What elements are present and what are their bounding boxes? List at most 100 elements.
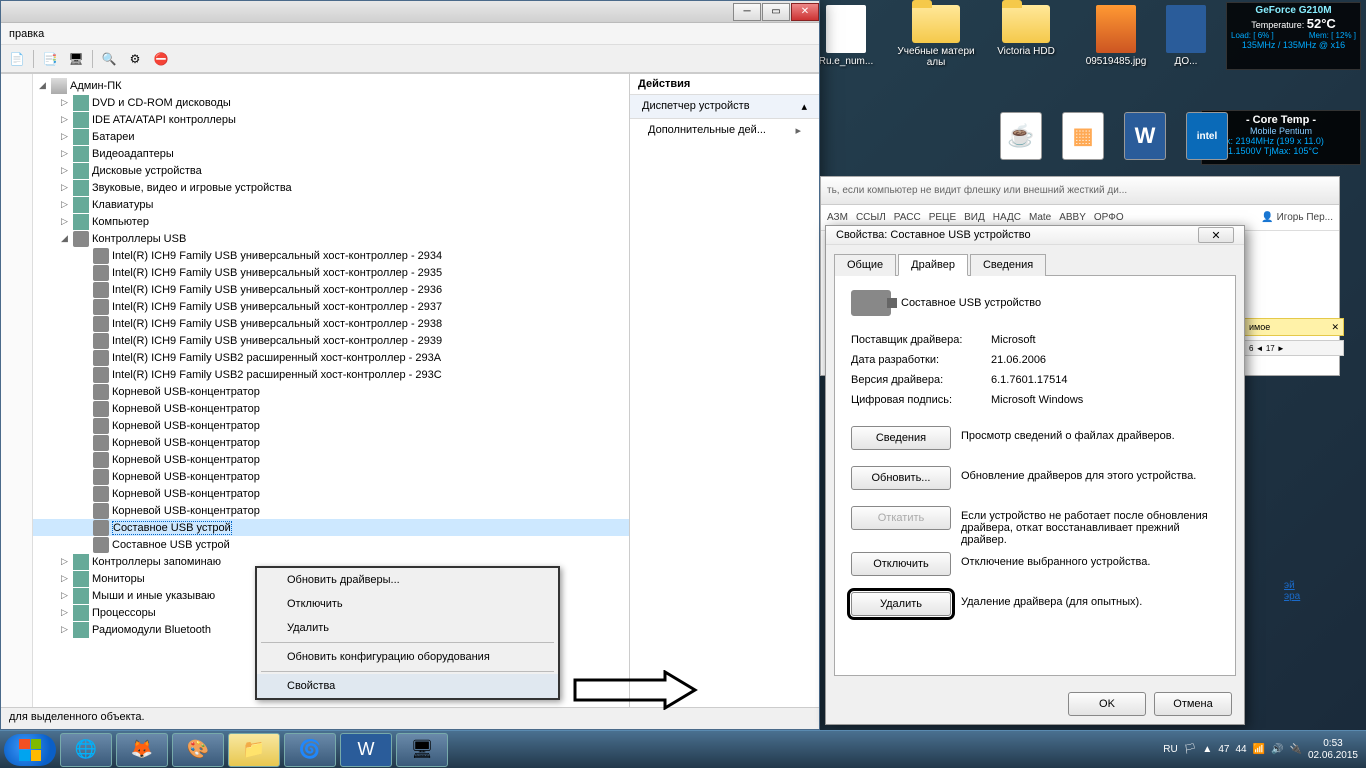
intel-icon[interactable]: intel [1186, 112, 1228, 160]
tree-item[interactable]: ◢Админ-ПК [33, 77, 629, 94]
ribbon-tab[interactable]: ОРФО [1094, 212, 1124, 223]
taskbar: 🌐 🦊 🎨 📁 🌀 W 🖥 RU 🏳 ▲ 47 44 📶 🔊 🔌 0:5302.… [0, 730, 1366, 768]
tab[interactable]: Драйвер [898, 254, 968, 276]
tree-item[interactable]: Составное USB устрой [33, 519, 629, 536]
tree-item[interactable]: Intel(R) ICH9 Family USB универсальный х… [33, 298, 629, 315]
desktop-icon[interactable]: Victoria HDD [986, 5, 1066, 68]
ribbon-tab[interactable]: ABBY [1059, 212, 1086, 223]
tray-network-icon[interactable]: 📶 [1253, 744, 1265, 755]
tree-item[interactable]: Корневой USB-концентратор [33, 400, 629, 417]
tree-item[interactable]: Корневой USB-концентратор [33, 451, 629, 468]
tree-item[interactable]: Составное USB устрой [33, 536, 629, 553]
toolbar-btn[interactable]: 📑 [40, 49, 60, 69]
file-icon [826, 5, 866, 53]
ribbon-tab[interactable]: ССЫЛ [856, 212, 886, 223]
menu-bar[interactable]: правка [1, 23, 819, 45]
ribbon-tab[interactable]: НАДС [993, 212, 1021, 223]
context-menu-item[interactable]: Удалить [257, 616, 558, 640]
tree-item[interactable]: Корневой USB-концентратор [33, 383, 629, 400]
tree-item[interactable]: Корневой USB-концентратор [33, 502, 629, 519]
taskbar-item[interactable]: 🌀 [284, 733, 336, 767]
ribbon-tab[interactable]: РАСС [894, 212, 921, 223]
tray-volume-icon[interactable]: 🔊 [1271, 744, 1283, 755]
driver-action-button[interactable]: Откатить [851, 506, 951, 530]
start-button[interactable] [4, 734, 56, 766]
tree-item[interactable]: Корневой USB-концентратор [33, 485, 629, 502]
app-icon[interactable]: ▦ [1062, 112, 1104, 160]
tab[interactable]: Сведения [970, 254, 1046, 276]
cancel-button[interactable]: Отмена [1154, 692, 1232, 716]
ok-button[interactable]: OK [1068, 692, 1146, 716]
tree-item[interactable]: ▷Видеоадаптеры [33, 145, 629, 162]
tree-item[interactable]: Корневой USB-концентратор [33, 468, 629, 485]
file-icon [1166, 5, 1206, 53]
system-tray[interactable]: RU 🏳 ▲ 47 44 📶 🔊 🔌 0:5302.06.2015 [1163, 738, 1366, 762]
toolbar-btn[interactable]: 📄 [7, 49, 27, 69]
title-bar[interactable]: ─ ▭ ✕ [1, 1, 819, 23]
driver-action-button[interactable]: Сведения [851, 426, 951, 450]
info-value: Microsoft [991, 334, 1219, 346]
desktop-icon[interactable]: 09519485.jpg [1076, 5, 1156, 68]
ribbon-tab[interactable]: Mate [1029, 212, 1051, 223]
tree-item[interactable]: ▷Дисковые устройства [33, 162, 629, 179]
close-button[interactable]: ✕ [791, 3, 819, 21]
taskbar-item[interactable]: 🌐 [60, 733, 112, 767]
toolbar-btn[interactable]: ⚙ [125, 49, 145, 69]
word-icon[interactable]: W [1124, 112, 1166, 160]
tree-item[interactable]: Intel(R) ICH9 Family USB универсальный х… [33, 315, 629, 332]
toolbar-btn[interactable]: 🖥 [66, 49, 86, 69]
tree-item[interactable]: Корневой USB-концентратор [33, 417, 629, 434]
java-icon[interactable]: ☕ [1000, 112, 1042, 160]
dialog-title-bar[interactable]: Свойства: Составное USB устройство ✕ [826, 226, 1244, 245]
tree-item[interactable]: Intel(R) ICH9 Family USB2 расширенный хо… [33, 349, 629, 366]
taskbar-item[interactable]: 🖥 [396, 733, 448, 767]
tree-item[interactable]: ▷Клавиатуры [33, 196, 629, 213]
word-link[interactable]: эйэра [1284, 580, 1300, 602]
tree-item[interactable]: ▷Батареи [33, 128, 629, 145]
tree-item[interactable]: Intel(R) ICH9 Family USB2 расширенный хо… [33, 366, 629, 383]
taskbar-item[interactable]: W [340, 733, 392, 767]
tree-item[interactable]: Intel(R) ICH9 Family USB универсальный х… [33, 281, 629, 298]
tree-item[interactable]: Intel(R) ICH9 Family USB универсальный х… [33, 247, 629, 264]
ribbon-tab[interactable]: АЗМ [827, 212, 848, 223]
maximize-button[interactable]: ▭ [762, 3, 790, 21]
driver-action-button[interactable]: Обновить... [851, 466, 951, 490]
button-description: Обновление драйверов для этого устройств… [961, 466, 1219, 482]
tray-lang[interactable]: RU [1163, 744, 1177, 755]
context-menu-item[interactable]: Обновить драйверы... [257, 568, 558, 592]
driver-action-button[interactable]: Удалить [851, 592, 951, 616]
tab[interactable]: Общие [834, 254, 896, 276]
tree-item[interactable]: ▷Компьютер [33, 213, 629, 230]
ribbon-tab[interactable]: РЕЦЕ [929, 212, 956, 223]
tree-item[interactable]: ▷IDE ATA/ATAPI контроллеры [33, 111, 629, 128]
context-menu-item[interactable]: Обновить конфигурацию оборудования [257, 645, 558, 669]
tree-item[interactable]: ▷DVD и CD-ROM дисководы [33, 94, 629, 111]
desktop-icon[interactable]: ДО... [1166, 5, 1206, 68]
tree-item[interactable]: Intel(R) ICH9 Family USB универсальный х… [33, 332, 629, 349]
desktop-icon[interactable]: Учебные материалы [896, 5, 976, 68]
context-menu-item[interactable]: Свойства [257, 674, 558, 698]
taskbar-item[interactable]: 🦊 [116, 733, 168, 767]
driver-action-button[interactable]: Отключить [851, 552, 951, 576]
ribbon-tab[interactable]: ВИД [964, 212, 985, 223]
user-label[interactable]: 👤 Игорь Пер... [1261, 212, 1333, 223]
tree-item[interactable]: Intel(R) ICH9 Family USB универсальный х… [33, 264, 629, 281]
word-ruler: 6 ◄ 17 ► [1244, 340, 1344, 356]
context-menu-item[interactable]: Отключить [257, 592, 558, 616]
tray-flag-icon[interactable]: 🏳 [1184, 744, 1197, 755]
actions-main[interactable]: Диспетчер устройств▴ [630, 95, 819, 119]
tree-item[interactable]: Корневой USB-концентратор [33, 434, 629, 451]
taskbar-item[interactable]: 📁 [228, 733, 280, 767]
tree-item[interactable]: ▷Звуковые, видео и игровые устройства [33, 179, 629, 196]
tray-power-icon[interactable]: 🔌 [1289, 744, 1301, 755]
toolbar-btn[interactable]: 🔍 [99, 49, 119, 69]
status-bar: для выделенного объекта. [1, 707, 819, 729]
actions-sub[interactable]: Дополнительные дей... [630, 119, 819, 141]
minimize-button[interactable]: ─ [733, 3, 761, 21]
tree-item[interactable]: ◢Контроллеры USB [33, 230, 629, 247]
taskbar-item[interactable]: 🎨 [172, 733, 224, 767]
tray-clock[interactable]: 0:5302.06.2015 [1308, 738, 1358, 762]
close-button[interactable]: ✕ [1198, 227, 1234, 243]
toolbar-btn[interactable]: ⛔ [151, 49, 171, 69]
info-label: Дата разработки: [851, 354, 991, 366]
